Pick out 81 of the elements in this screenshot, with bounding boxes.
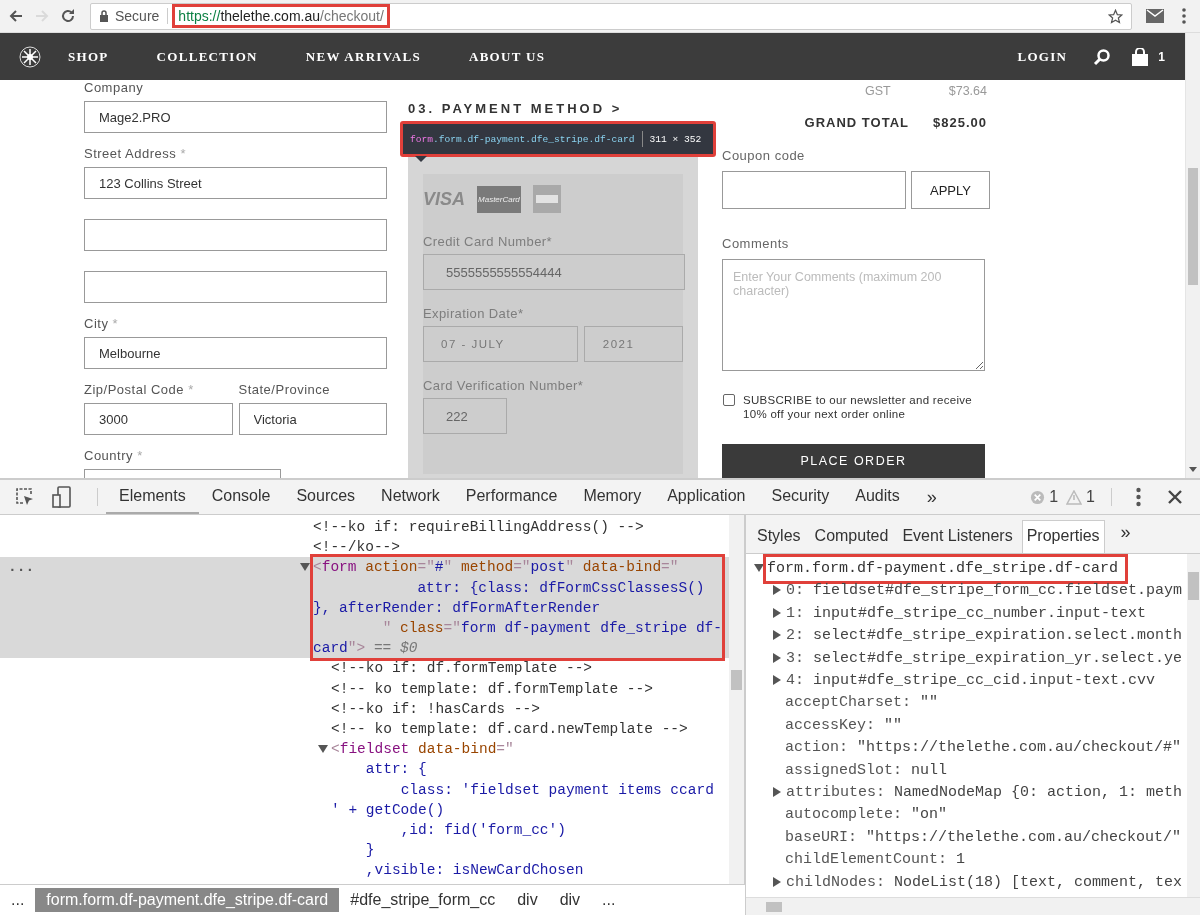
field-label: State/Province xyxy=(238,382,332,398)
field-label: Expiration Date* xyxy=(423,306,525,321)
input-field[interactable]: 5555555555554444 xyxy=(423,254,685,290)
field-label: Coupon code xyxy=(722,148,806,163)
property-row-text: 1: input#dfe_stripe_cc_number.input-text xyxy=(786,603,1147,624)
tooltip-selector: form.form.df-payment.dfe_stripe.df-card xyxy=(410,133,635,145)
input-field[interactable]: 3000 xyxy=(84,403,233,435)
property-row-text: 3: select#dfe_stripe_expiration_yr.select.ye xyxy=(786,648,1183,669)
field-label: Comments xyxy=(722,236,790,251)
property-row-text: accessKey: "" xyxy=(785,715,903,736)
warning-count[interactable]: 1 xyxy=(1086,488,1095,506)
devtools-tab[interactable]: Network xyxy=(368,480,453,514)
comments-field[interactable]: Enter Your Comments (maximum 200 character) xyxy=(722,259,985,371)
dom-node[interactable]: <!-- ko template: df.formTemplate --> xyxy=(331,678,725,699)
property-row-text: baseURI: "https://thelethe.com.au/checkout/" xyxy=(785,827,1182,848)
field-label: Street Address * xyxy=(84,146,187,162)
property-row-text: 4: input#dfe_stripe_cc_cid.input-text.cvv xyxy=(786,671,1156,692)
devtools-tab[interactable]: Memory xyxy=(570,480,655,514)
section-heading: 03. PAYMENT METHOD > xyxy=(408,101,624,116)
dom-node[interactable]: <form action="#" method="post" data-bind=" attr: {class: dfFormCssClassesS() }, afterRender: dfFormAfterRender " class="form df-payment dfe_stripe df-card"> == $0 xyxy=(310,554,725,662)
dom-node[interactable]: <!--ko if: !hasCards --> xyxy=(331,698,725,720)
nav-link[interactable]: COLLECTION xyxy=(156,48,258,65)
property-row-text: action: "https://thelethe.com.au/checkout/#" xyxy=(785,738,1182,759)
more-tabs-button[interactable]: » xyxy=(912,486,951,508)
breadcrumb-item[interactable]: ... xyxy=(0,888,36,912)
total-label: GST xyxy=(865,84,891,98)
field-label: Country * xyxy=(84,448,144,464)
tooltip-size: 311 × 352 xyxy=(649,133,702,145)
place-order-button[interactable]: PLACE ORDER xyxy=(722,444,985,478)
input-field[interactable]: Victoria xyxy=(238,403,387,435)
nav-link[interactable]: ABOUT US xyxy=(468,48,546,65)
gutter-dots: ... xyxy=(8,558,35,578)
apply-button[interactable]: APPLY xyxy=(911,171,990,209)
total-value: $73.64 xyxy=(948,84,987,98)
error-count[interactable]: 1 xyxy=(1049,488,1059,506)
login-link[interactable]: LOGIN xyxy=(1017,48,1068,65)
newsletter-text: SUBSCRIBE to our newsletter and receive 10% off your next order online xyxy=(743,393,974,421)
input-field[interactable]: Melbourne xyxy=(84,337,387,369)
total-label: GRAND TOTAL xyxy=(804,115,909,130)
cart-count: 1 xyxy=(1158,49,1165,64)
field-label: Credit Card Number* xyxy=(423,234,553,249)
property-row-text: acceptCharset: "" xyxy=(785,693,939,714)
breadcrumb-item[interactable]: div xyxy=(506,888,549,912)
input-field[interactable]: 123 Collins Street xyxy=(84,167,387,199)
property-row-text: childNodes: NodeList(18) [text, comment, tex xyxy=(786,872,1183,893)
field-label: Zip/Postal Code * xyxy=(84,382,195,398)
input-field[interactable]: 222 xyxy=(423,398,507,434)
address-bar[interactable]: Secure https://thelethe.com.au/checkout/ xyxy=(90,2,1132,30)
breadcrumb-item[interactable]: form.form.df-payment.dfe_stripe.df-card xyxy=(35,888,340,912)
nav-link[interactable]: NEW ARRIVALS xyxy=(305,48,421,65)
devtools-tab[interactable]: Security xyxy=(758,480,843,514)
devtools-tab[interactable]: Elements xyxy=(106,480,199,514)
dom-node[interactable]: <!--ko if: requireBillingAddress() --> xyxy=(313,517,725,538)
sidebar-tab[interactable]: Computed xyxy=(809,520,894,553)
more-tabs-button[interactable]: » xyxy=(1108,516,1143,553)
security-label: Secure xyxy=(115,8,160,24)
property-row-text: 2: select#dfe_stripe_expiration.select.month xyxy=(786,626,1183,647)
sidebar-tab[interactable]: Styles xyxy=(752,520,806,553)
property-row-text: 0: fieldset#dfe_stripe_form_cc.fieldset.paym xyxy=(786,581,1183,602)
breadcrumb-item[interactable]: div xyxy=(548,888,592,912)
mastercard-logo: MasterCard xyxy=(477,185,521,213)
sidebar-tab[interactable]: Properties xyxy=(1021,520,1105,553)
devtools-tab[interactable]: Performance xyxy=(452,480,571,514)
total-value: $825.00 xyxy=(933,115,987,130)
devtools-tab[interactable]: Sources xyxy=(283,480,369,514)
devtools-tab[interactable]: Console xyxy=(198,480,284,514)
breadcrumb-item[interactable]: #dfe_stripe_form_cc xyxy=(339,888,507,912)
devtools-tab[interactable]: Application xyxy=(654,480,759,514)
input-field[interactable]: Mage2.PRO xyxy=(84,101,387,133)
field-label: Company xyxy=(84,80,145,96)
breadcrumb-item[interactable]: ... xyxy=(591,888,627,912)
property-row-text: assignedSlot: null xyxy=(785,760,948,781)
sidebar-tab[interactable]: Event Listeners xyxy=(897,520,1018,553)
property-row-text: attributes: NamedNodeMap {0: action, 1: meth xyxy=(786,783,1183,804)
field-label: City * xyxy=(84,316,120,332)
property-row-text: childElementCount: 1 xyxy=(785,850,966,871)
visa-logo: VISA xyxy=(423,188,465,210)
devtools-tab[interactable]: Audits xyxy=(842,480,913,514)
property-row-text: autocomplete: "on" xyxy=(785,805,948,826)
nav-link[interactable]: SHOP xyxy=(68,48,109,65)
field-label: Card Verification Number* xyxy=(423,378,585,393)
